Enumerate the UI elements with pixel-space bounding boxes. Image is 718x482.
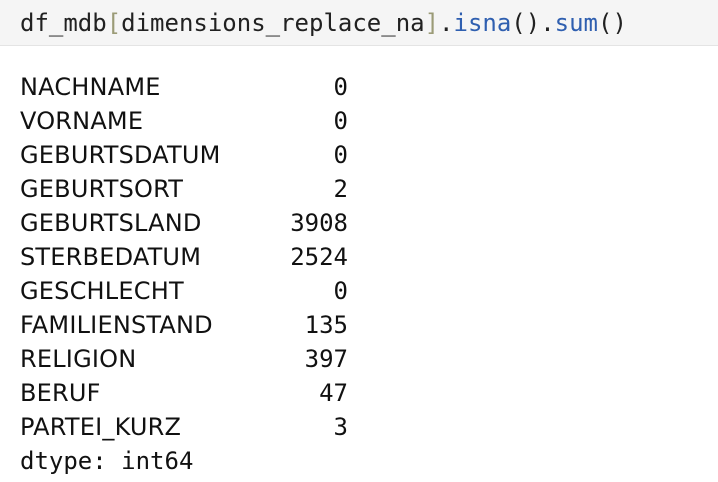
output-row: GEBURTSDATUM 0 — [20, 138, 700, 172]
na-count: 135 — [304, 311, 348, 339]
column-name: GEBURTSLAND — [20, 209, 202, 237]
na-count: 0 — [333, 107, 348, 135]
output-row: GEBURTSLAND 3908 — [20, 206, 700, 240]
code-parens: () — [511, 8, 541, 37]
column-name: GESCHLECHT — [20, 277, 184, 305]
column-name: RELIGION — [20, 345, 137, 373]
code-input-cell[interactable]: df_mdb[dimensions_replace_na]. isna(). sum… — [0, 0, 718, 46]
code-method-isna: isna — [453, 8, 512, 37]
output-row: NACHNAME 0 — [20, 70, 700, 104]
output-row: PARTEI_KURZ 3 — [20, 410, 700, 444]
output-row: RELIGION 397 — [20, 342, 700, 376]
output-row: GEBURTSORT 2 — [20, 172, 700, 206]
na-count: 3 — [333, 413, 348, 441]
cell-output: NACHNAME 0 VORNAME 0 GEBURTSDATUM 0 GEBURTS… — [20, 70, 700, 478]
column-name: STERBEDATUM — [20, 243, 202, 271]
output-row: STERBEDATUM 2524 — [20, 240, 700, 274]
output-row: VORNAME 0 — [20, 104, 700, 138]
na-count: 0 — [333, 73, 348, 101]
column-name: GEBURTSORT — [20, 175, 184, 203]
na-count: 0 — [333, 277, 348, 305]
code-parens: () — [598, 8, 627, 37]
output-row: GESCHLECHT 0 — [20, 274, 700, 308]
output-row: BERUF 47 — [20, 376, 700, 410]
na-count: 397 — [304, 345, 348, 373]
column-name: BERUF — [20, 379, 101, 407]
code-argument: dimensions_replace_na — [121, 8, 425, 37]
column-name: PARTEI_KURZ — [20, 413, 182, 441]
column-name: FAMILIENSTAND — [20, 311, 213, 339]
code-open-bracket: [ — [106, 8, 122, 37]
na-count: 0 — [333, 141, 348, 169]
column-name: NACHNAME — [20, 73, 161, 101]
code-dot: . — [540, 8, 555, 37]
column-name: GEBURTSDATUM — [20, 141, 221, 169]
dtype-line: dtype: int64 — [20, 447, 194, 475]
na-count: 47 — [319, 379, 348, 407]
code-close-bracket: ] — [424, 8, 440, 37]
code-variable: df_mdb — [20, 8, 107, 37]
na-count: 3908 — [290, 209, 348, 237]
code-dot: . — [439, 8, 454, 37]
na-count: 2524 — [290, 243, 348, 271]
output-row: FAMILIENSTAND 135 — [20, 308, 700, 342]
column-name: VORNAME — [20, 107, 144, 135]
code-method-sum: sum — [554, 8, 599, 37]
na-count: 2 — [333, 175, 348, 203]
